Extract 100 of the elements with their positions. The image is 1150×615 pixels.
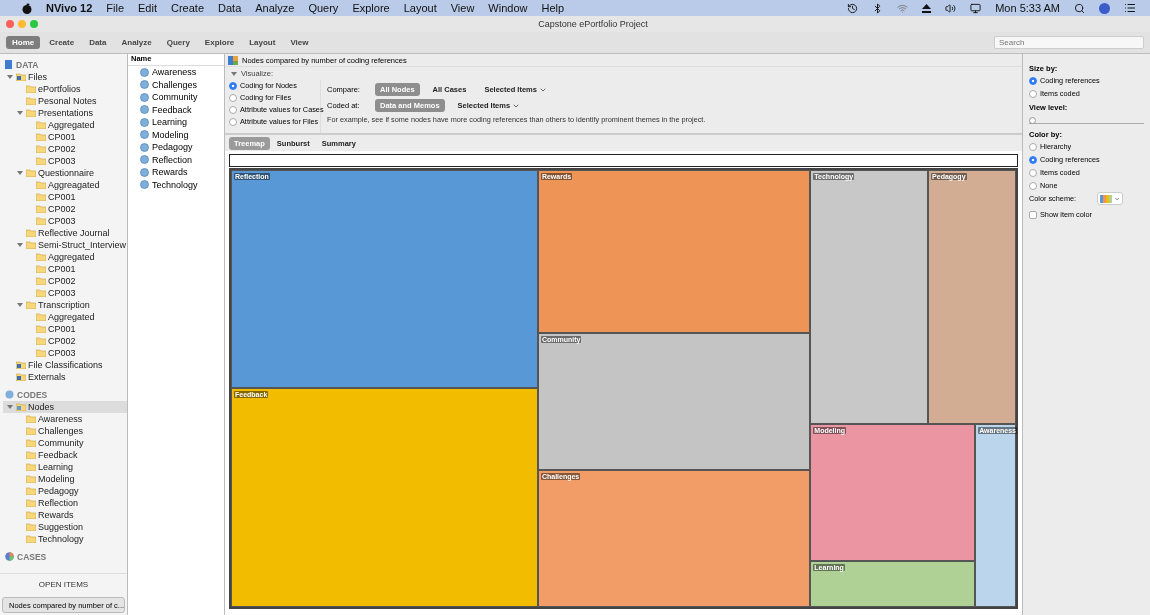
menu-item[interactable]: View — [450, 2, 475, 14]
ribbon-tab[interactable]: View — [284, 36, 315, 49]
disclosure-icon[interactable] — [17, 170, 23, 176]
volume-icon[interactable] — [945, 2, 957, 14]
disclosure-icon[interactable] — [7, 74, 13, 80]
tree-item[interactable]: Aggreagated — [3, 179, 127, 191]
tree-item[interactable]: CP001 — [3, 323, 127, 335]
tree-item[interactable]: Aggregated — [3, 119, 127, 131]
node-item[interactable]: Challenges — [128, 78, 224, 91]
tree-item[interactable]: Semi-Struct_Interview — [3, 239, 127, 251]
section-header[interactable]: DATA — [3, 58, 127, 71]
ribbon-tab[interactable]: Explore — [198, 36, 241, 49]
tree-item[interactable]: Externals — [3, 371, 127, 383]
disclosure-icon[interactable] — [231, 70, 237, 77]
app-menu[interactable]: NVivo 12 — [46, 2, 93, 14]
search-icon[interactable] — [1074, 2, 1085, 14]
disclosure-icon[interactable] — [7, 404, 13, 410]
folder-icon — [16, 373, 26, 381]
folder-icon — [16, 361, 26, 369]
ribbon-tab[interactable]: Query — [160, 36, 196, 49]
tree-item[interactable]: CP003 — [3, 347, 127, 359]
disclosure-icon[interactable] — [17, 110, 23, 116]
node-item[interactable]: Technology — [128, 178, 224, 191]
tree-item[interactable]: CP003 — [3, 155, 127, 167]
tree-item[interactable]: CP001 — [3, 191, 127, 203]
tree-item[interactable]: CP002 — [3, 335, 127, 347]
tree-item[interactable]: CP001 — [3, 131, 127, 143]
menu-item[interactable]: Layout — [403, 2, 437, 14]
section-header[interactable]: CODES — [3, 388, 127, 401]
menu-item[interactable]: Explore — [352, 2, 390, 14]
clock[interactable]: Mon 5:33 AM — [995, 2, 1060, 14]
tree-item[interactable]: Rewards — [3, 509, 127, 521]
ribbon-tab[interactable]: Data — [83, 36, 113, 49]
tree-item[interactable]: Learning — [3, 461, 127, 473]
node-item[interactable]: Awareness — [128, 66, 224, 79]
level-slider[interactable] — [1029, 116, 1144, 124]
tree-item[interactable]: Nodes — [3, 401, 127, 413]
node-item[interactable]: Modeling — [128, 128, 224, 141]
node-icon — [140, 180, 149, 190]
node-icon — [140, 67, 149, 77]
list-icon[interactable] — [1124, 2, 1136, 14]
tree-item[interactable]: Community — [3, 437, 127, 449]
tree-item[interactable]: Aggregated — [3, 311, 127, 323]
tree-item[interactable]: Aggregated — [3, 251, 127, 263]
section-header[interactable]: CASES — [3, 550, 127, 563]
tree-item[interactable]: Transcription — [3, 299, 127, 311]
tree-item[interactable]: Awareness — [3, 413, 127, 425]
node-item[interactable]: Learning — [128, 116, 224, 129]
apple-icon[interactable] — [22, 2, 32, 14]
tree-item[interactable]: Technology — [3, 533, 127, 545]
wifi-icon[interactable] — [897, 2, 909, 14]
tree-item[interactable]: Pesonal Notes — [3, 95, 127, 107]
menu-item[interactable]: File — [106, 2, 124, 14]
eject-icon[interactable] — [922, 3, 932, 13]
ribbon-tab[interactable]: Home — [6, 36, 41, 49]
menu-item[interactable]: Help — [541, 2, 565, 14]
open-items-header[interactable]: OPEN ITEMS — [0, 573, 127, 595]
slider-thumb[interactable] — [1029, 117, 1036, 124]
tree-item[interactable]: Files — [3, 71, 127, 83]
menu-item[interactable]: Analyze — [255, 2, 295, 14]
tree-item[interactable]: CP002 — [3, 275, 127, 287]
tree-item[interactable]: Modeling — [3, 473, 127, 485]
node-item[interactable]: Reflection — [128, 153, 224, 166]
node-icon — [140, 155, 149, 165]
tree-item[interactable]: Feedback — [3, 449, 127, 461]
tree-item[interactable]: CP003 — [3, 215, 127, 227]
tree-item[interactable]: ePortfolios — [3, 83, 127, 95]
tree-item[interactable]: CP002 — [3, 203, 127, 215]
close-icon[interactable] — [6, 20, 14, 28]
tree-item[interactable]: Suggestion — [3, 521, 127, 533]
color-scheme-button[interactable] — [1097, 192, 1124, 205]
orb-icon[interactable] — [1099, 2, 1110, 14]
menu-item[interactable]: Data — [218, 2, 242, 14]
tree-item[interactable]: File Classifications — [3, 359, 127, 371]
menu-item[interactable]: Create — [171, 2, 204, 14]
display-icon[interactable] — [970, 2, 982, 14]
disclosure-icon[interactable] — [17, 302, 23, 308]
menu-item[interactable]: Edit — [138, 2, 157, 14]
tree-item[interactable]: Questionnaire — [3, 167, 127, 179]
menu-item[interactable]: Window — [488, 2, 528, 14]
node-item[interactable]: Rewards — [128, 166, 224, 179]
tree-item[interactable]: Challenges — [3, 425, 127, 437]
node-icon — [140, 80, 149, 90]
node-item[interactable]: Community — [128, 91, 224, 104]
node-item[interactable]: Pedagogy — [128, 141, 224, 154]
menu-item[interactable]: Query — [308, 2, 339, 14]
tree-item[interactable]: CP001 — [3, 263, 127, 275]
disclosure-icon[interactable] — [17, 242, 23, 248]
ribbon-tab[interactable]: Layout — [243, 36, 282, 49]
ribbon-tab[interactable]: Create — [43, 36, 81, 49]
tree-item[interactable]: CP002 — [3, 143, 127, 155]
ribbon-tab[interactable]: Analyze — [115, 36, 158, 49]
tree-item[interactable]: Presentations — [3, 107, 127, 119]
history-icon[interactable] — [847, 2, 859, 14]
node-item[interactable]: Feedback — [128, 103, 224, 116]
tree-item[interactable]: Pedagogy — [3, 485, 127, 497]
search-field[interactable]: Search — [994, 36, 1144, 49]
tree-item[interactable]: Reflection — [3, 497, 127, 509]
tree-item[interactable]: CP003 — [3, 287, 127, 299]
tree-item[interactable]: Reflective Journal — [3, 227, 127, 239]
